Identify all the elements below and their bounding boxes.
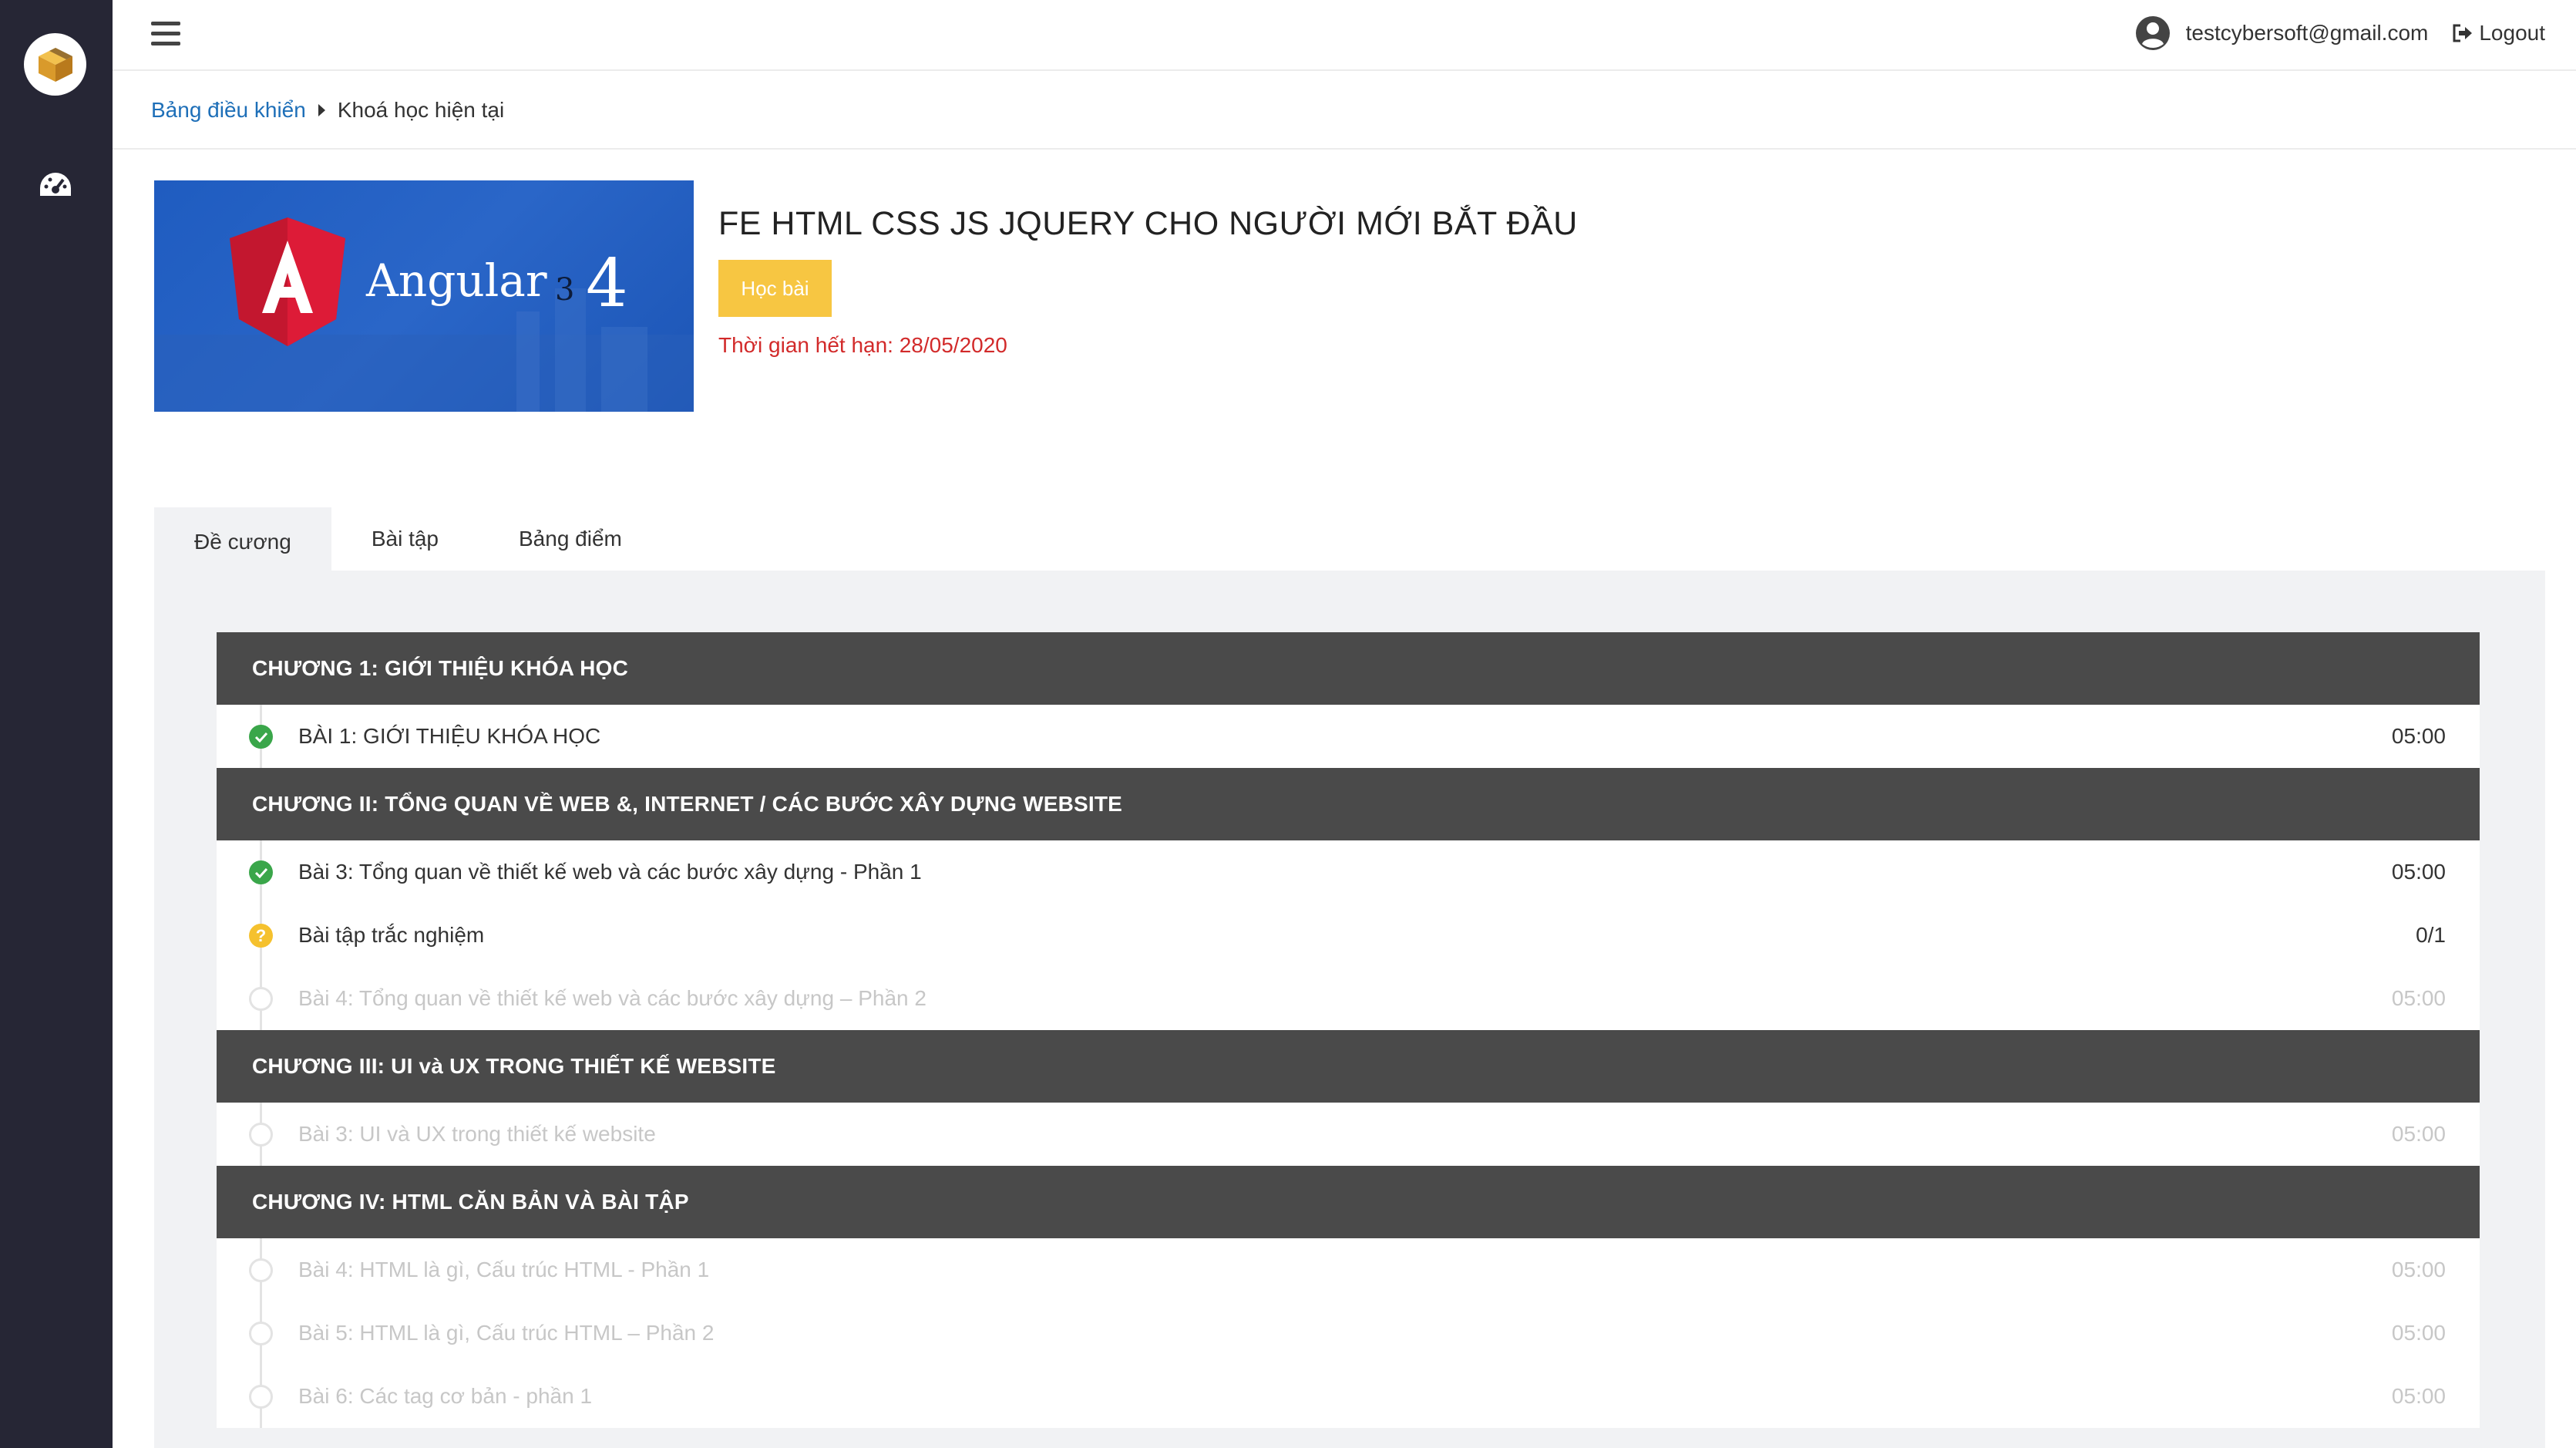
dashboard-icon[interactable]: [37, 170, 74, 200]
box-logo-icon: [38, 47, 72, 82]
lesson-item[interactable]: Bài 3: UI và UX trong thiết kế website 0…: [217, 1103, 2480, 1166]
lesson-item[interactable]: Bài 4: Tổng quan về thiết kế web và các …: [217, 967, 2480, 1030]
lesson-duration: 05:00: [2391, 1258, 2446, 1281]
lesson-duration: 05:00: [2391, 1122, 2446, 1146]
course-thumbnail: Angular 3 4: [154, 180, 694, 412]
chapter-header[interactable]: CHƯƠNG II: TỔNG QUAN VỀ WEB &, INTERNET …: [217, 768, 2480, 840]
lesson-duration: 05:00: [2391, 724, 2446, 748]
logout-icon: [2453, 24, 2473, 42]
lesson-title: Bài 3: UI và UX trong thiết kế website: [298, 1122, 656, 1146]
chapter-header[interactable]: CHƯƠNG III: UI và UX TRONG THIẾT KẾ WEBS…: [217, 1030, 2480, 1103]
circle-pending-icon: [249, 1322, 273, 1345]
tab-exercises[interactable]: Bài tập: [331, 507, 479, 571]
thumbnail-version: 4: [586, 245, 628, 322]
course-outline: CHƯƠNG 1: GIỚI THIỆU KHÓA HỌC BÀI 1: GIỚ…: [217, 632, 2480, 1428]
logout-label: Logout: [2479, 21, 2545, 45]
lesson-item[interactable]: BÀI 1: GIỚI THIỆU KHÓA HỌC 05:00: [217, 705, 2480, 768]
angular-thumbnail-art: Angular 3 4: [154, 217, 694, 412]
chapter-header[interactable]: CHƯƠNG IV: HTML CĂN BẢN VÀ BÀI TẬP: [217, 1166, 2480, 1238]
user-avatar-icon[interactable]: [2135, 15, 2171, 51]
course-title: FE HTML CSS JS JQUERY CHO NGƯỜI MỚI BẮT …: [718, 205, 1578, 242]
circle-pending-icon: [249, 1123, 273, 1147]
logout-button[interactable]: Logout: [2451, 21, 2545, 45]
lesson-title: Bài 3: Tổng quan về thiết kế web và các …: [298, 860, 922, 884]
tab-outline[interactable]: Đề cương: [154, 507, 331, 571]
app-logo[interactable]: [24, 33, 86, 96]
question-quiz-icon: ?: [249, 924, 273, 948]
lesson-title: Bài tập trắc nghiệm: [298, 923, 485, 947]
breadcrumb-separator-icon: [318, 104, 325, 116]
sidebar: [0, 0, 113, 1448]
breadcrumb: Bảng điều khiển Khoá học hiện tại: [113, 72, 2576, 150]
lesson-item[interactable]: Bài 6: Các tag cơ bản - phần 1 05:00: [217, 1365, 2480, 1428]
learn-button[interactable]: Học bài: [718, 260, 832, 317]
tab-scoreboard[interactable]: Bảng điểm: [479, 507, 662, 571]
lesson-item[interactable]: Bài 3: Tổng quan về thiết kế web và các …: [217, 840, 2480, 904]
chapter-header[interactable]: CHƯƠNG 1: GIỚI THIỆU KHÓA HỌC: [217, 632, 2480, 705]
user-email[interactable]: testcybersoft@gmail.com: [2186, 21, 2429, 45]
check-done-icon: [249, 860, 273, 884]
thumbnail-angular-text: Angular: [365, 254, 547, 307]
circle-pending-icon: [249, 1385, 273, 1409]
lesson-title: Bài 5: HTML là gì, Cấu trúc HTML – Phần …: [298, 1321, 715, 1345]
top-bar: testcybersoft@gmail.com Logout: [113, 0, 2576, 71]
lesson-title: Bài 4: HTML là gì, Cấu trúc HTML - Phần …: [298, 1258, 710, 1281]
breadcrumb-home-link[interactable]: Bảng điều khiển: [151, 98, 306, 123]
thumbnail-version-small: 3: [555, 272, 574, 308]
lesson-duration: 05:00: [2391, 1384, 2446, 1408]
user-area: testcybersoft@gmail.com Logout: [2135, 15, 2545, 51]
check-done-icon: [249, 725, 273, 749]
lesson-item[interactable]: Bài 5: HTML là gì, Cấu trúc HTML – Phần …: [217, 1302, 2480, 1365]
menu-toggle-icon[interactable]: [151, 22, 180, 46]
lesson-item[interactable]: Bài 4: HTML là gì, Cấu trúc HTML - Phần …: [217, 1238, 2480, 1302]
expire-date: Thời gian hết hạn: 28/05/2020: [718, 333, 1007, 357]
lesson-item[interactable]: ? Bài tập trắc nghiệm 0/1: [217, 904, 2480, 967]
outline-panel: CHƯƠNG 1: GIỚI THIỆU KHÓA HỌC BÀI 1: GIỚ…: [154, 571, 2545, 1448]
circle-pending-icon: [249, 987, 273, 1011]
quiz-score: 0/1: [2416, 923, 2446, 947]
circle-pending-icon: [249, 1258, 273, 1282]
breadcrumb-current: Khoá học hiện tại: [337, 98, 505, 122]
lesson-duration: 05:00: [2391, 860, 2446, 884]
lesson-duration: 05:00: [2391, 1321, 2446, 1345]
lesson-duration: 05:00: [2391, 986, 2446, 1010]
tab-bar: Đề cương Bài tập Bảng điểm: [154, 507, 662, 571]
lesson-title: Bài 4: Tổng quan về thiết kế web và các …: [298, 986, 926, 1010]
lesson-title: Bài 6: Các tag cơ bản - phần 1: [298, 1384, 593, 1408]
lesson-title: BÀI 1: GIỚI THIỆU KHÓA HỌC: [298, 724, 601, 748]
